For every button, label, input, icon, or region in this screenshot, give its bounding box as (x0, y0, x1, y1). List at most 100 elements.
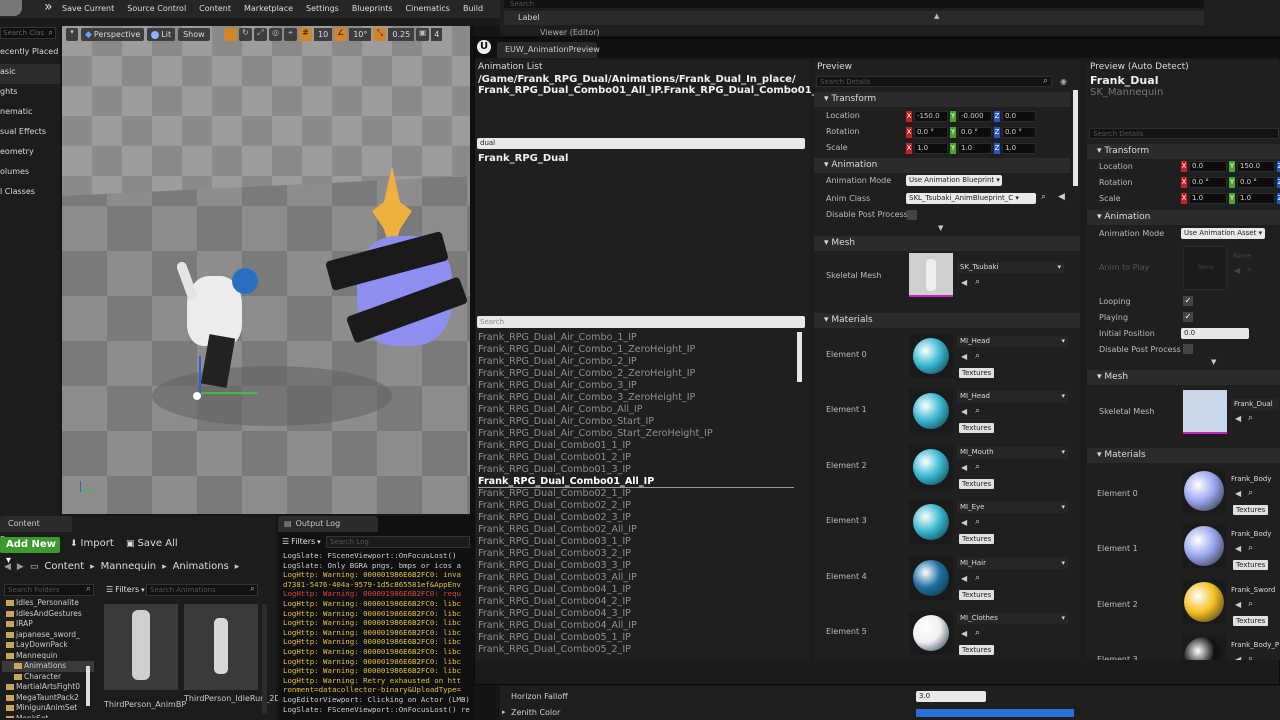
translate-icon[interactable] (224, 28, 237, 41)
horizon-falloff-input[interactable]: 3.0 (916, 691, 986, 702)
animation-list-item[interactable]: Frank_RPG_Dual_Combo05_2_IP (478, 644, 798, 656)
asset-search-input[interactable]: Search Animations ⌕ (146, 584, 258, 596)
textures-dropdown[interactable]: Textures (959, 423, 995, 434)
breadcrumb-mannequin[interactable]: Mannequin (101, 561, 156, 572)
animation-mode-select[interactable]: Use Animation Blueprint ▾ (906, 175, 1002, 186)
textures-dropdown[interactable]: Textures (959, 478, 995, 489)
place-category-item[interactable]: nematic (0, 104, 60, 124)
looping-checkbox[interactable]: ✓ (1183, 296, 1193, 306)
rotate-icon[interactable]: ↻ (239, 28, 252, 41)
use-selected-icon[interactable]: ◀ (1235, 600, 1241, 609)
animation-list-item[interactable]: Frank_RPG_Dual_Combo04_1_IP (478, 584, 798, 596)
zenith-expand-icon[interactable]: ▸ (502, 708, 506, 716)
scale-snap-icon[interactable]: ⤡ (373, 28, 387, 41)
use-selected-icon[interactable]: ◀ (961, 463, 967, 472)
material-thumbnail[interactable] (909, 389, 953, 434)
material-select[interactable]: MI_Head ▾ (957, 391, 1068, 403)
auto-rotation-label[interactable]: Rotation (1099, 178, 1132, 187)
animation-list-item[interactable]: Frank_RPG_Dual_Combo03_1_IP (478, 536, 798, 548)
browse-icon[interactable]: ⌕ (1041, 192, 1046, 202)
anim-none-select[interactable]: None (1233, 252, 1251, 260)
material-select[interactable]: MI_Clothes ▾ (957, 613, 1068, 624)
auto-location-x-input[interactable]: 0.0 (1189, 161, 1227, 172)
anim-to-play-thumbnail[interactable]: None (1183, 246, 1227, 290)
auto-scale-label[interactable]: Scale (1099, 194, 1121, 203)
location-y-input[interactable]: -0.000 (958, 111, 992, 122)
auto-location-y-input[interactable]: 150.0 (1237, 161, 1275, 172)
material-select[interactable]: MI_Eye ▾ (957, 502, 1068, 514)
browse-icon[interactable]: ⌕ (975, 628, 980, 638)
toolbar-item-button[interactable]: Source Control (127, 4, 186, 13)
folder-tree-item[interactable]: IRAP (2, 619, 94, 630)
animation-list-item[interactable]: Frank_RPG_Dual_Combo04_2_IP (478, 596, 798, 608)
use-selected-icon[interactable]: ◀ (1234, 266, 1240, 275)
toolbar-expand-icon[interactable]: » (44, 0, 53, 15)
animation-list-item[interactable]: Frank_RPG_Dual_Combo02_3_IP (478, 512, 798, 524)
scale-label[interactable]: Scale (826, 143, 848, 152)
preview-materials-section[interactable]: ▾ Materials (814, 313, 1080, 328)
material-thumbnail[interactable] (909, 334, 953, 378)
animation-list-item[interactable]: Frank_RPG_Dual_Air_Combo_1_ZeroHeight_IP (478, 344, 798, 356)
folder-tree-item[interactable]: Animations (2, 661, 94, 672)
auto-animation-mode-select[interactable]: Use Animation Asset ▾ (1181, 228, 1265, 239)
folder-tree-item[interactable]: Character (2, 672, 94, 683)
material-select[interactable]: MI_Mouth ▾ (957, 446, 1068, 458)
animation-list-item[interactable]: Frank_RPG_Dual_Air_Combo_All_IP (478, 404, 798, 416)
folder-tree-scrollbar[interactable] (86, 666, 90, 706)
outliner-search[interactable]: Search (504, 0, 1204, 8)
animation-list-item[interactable]: Frank_RPG_Dual_Air_Combo_3_ZeroHeight_IP (478, 392, 798, 404)
location-z-input[interactable]: 0.0 (1002, 111, 1036, 122)
browse-icon[interactable]: ⌕ (975, 351, 980, 361)
material-select[interactable]: MI_Hair ▾ (957, 557, 1068, 569)
filters-button[interactable]: ☰ Filters ▾ (106, 585, 145, 594)
animation-list-item[interactable]: Frank_RPG_Dual_Air_Combo_2_IP (478, 356, 798, 368)
preview-transform-section[interactable]: ▾ Transform (814, 92, 1070, 107)
outliner-row-viewer[interactable]: Viewer (Editor) (540, 28, 600, 37)
browse-icon[interactable]: ⌕ (975, 406, 980, 416)
save-all-button[interactable]: ▣ Save All (126, 538, 178, 549)
auto-mesh-section[interactable]: ▾ Mesh (1087, 370, 1280, 385)
show-button[interactable]: Show (178, 28, 210, 41)
auto-material-name[interactable]: Frank_Sword (1231, 586, 1275, 594)
toolbar-item-button[interactable]: Settings (306, 4, 339, 13)
animation-list-item[interactable]: Frank_RPG_Dual_Combo01_1_IP (478, 440, 798, 452)
viewport-options-button[interactable]: ▾ (66, 28, 78, 41)
use-selected-icon[interactable]: ◀ (961, 518, 967, 527)
material-thumbnail[interactable] (909, 555, 953, 600)
auto-scale-y-input[interactable]: 1.0 (1237, 193, 1275, 204)
breadcrumb-animations[interactable]: Animations (173, 561, 229, 572)
auto-material-thumbnail[interactable] (1182, 635, 1226, 660)
asset-thumbnail-idlerun[interactable]: ThirdPerson_IdleRun_2D (184, 604, 280, 714)
toolbar-item-button[interactable]: Save Current (62, 4, 114, 13)
scale-icon[interactable]: ⤢ (254, 28, 267, 41)
view-mode-button[interactable]: Lit (147, 28, 176, 41)
folder-tree-item[interactable]: japanese_sword_ (2, 630, 94, 641)
use-selected-icon[interactable]: ◀ (1235, 414, 1241, 423)
use-selected-icon[interactable]: ◀ (1058, 192, 1065, 202)
animation-list-item[interactable]: Frank_RPG_Dual_Air_Combo_Start_ZeroHeigh… (478, 428, 798, 440)
place-category-item[interactable]: asic (0, 64, 60, 84)
log-search-input[interactable]: Search Log (326, 536, 470, 548)
breadcrumb-content[interactable]: Content (44, 561, 84, 572)
use-selected-icon[interactable]: ◀ (1235, 489, 1241, 498)
auto-disable-post-process-checkbox[interactable] (1183, 344, 1193, 354)
textures-dropdown[interactable]: Textures (1233, 560, 1269, 571)
surface-snap-icon[interactable]: ⌖ (284, 28, 297, 41)
class-search-input[interactable]: Search Clas ⌕ (0, 27, 56, 39)
animation-search-input[interactable]: Search (477, 316, 805, 328)
animation-list-item[interactable]: Frank_RPG_Dual_Air_Combo_3_IP (478, 380, 798, 392)
toolbar-item-button[interactable]: Content (199, 4, 231, 13)
auto-transform-section[interactable]: ▾ Transform (1087, 144, 1280, 159)
auto-material-thumbnail[interactable] (1182, 579, 1226, 624)
use-selected-icon[interactable]: ◀ (961, 352, 967, 361)
auto-animation-section[interactable]: ▾ Animation (1087, 210, 1280, 225)
toolbar-item-button[interactable]: Marketplace (244, 4, 293, 13)
auto-rotation-y-input[interactable]: 0.0 ° (1237, 177, 1275, 188)
zenith-color-swatch[interactable] (916, 709, 1074, 717)
animation-list-item[interactable]: Frank_RPG_Dual_Combo01_2_IP (478, 452, 798, 464)
textures-dropdown[interactable]: Textures (959, 368, 995, 378)
material-thumbnail[interactable] (909, 611, 953, 655)
place-category-item[interactable]: sual Effects (0, 124, 60, 144)
folder-result-item[interactable]: Frank_RPG_Dual (478, 153, 568, 164)
auto-materials-section[interactable]: ▾ Materials (1087, 448, 1280, 463)
